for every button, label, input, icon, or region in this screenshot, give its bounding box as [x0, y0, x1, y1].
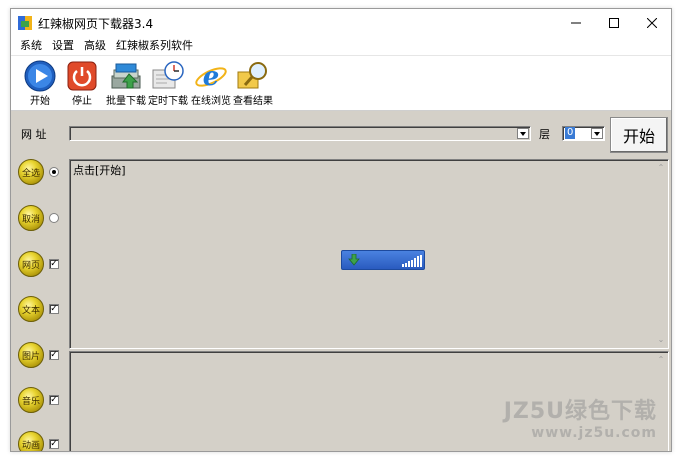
option-select-all[interactable]: 全选: [18, 159, 59, 185]
option-text-label[interactable]: 文本: [18, 296, 44, 322]
text-checkbox[interactable]: ✓: [49, 304, 59, 314]
music-checkbox[interactable]: ✓: [49, 395, 59, 405]
menu-advanced[interactable]: 高级: [79, 37, 111, 55]
image-checkbox[interactable]: ✓: [49, 350, 59, 360]
select-all-radio[interactable]: [49, 167, 59, 177]
animation-checkbox[interactable]: ✓: [49, 439, 59, 449]
url-input[interactable]: [69, 126, 531, 141]
option-cancel-label[interactable]: 取消: [18, 205, 44, 231]
toolbar-label: 查看结果: [233, 96, 273, 107]
toolbar-scheduled-download-button[interactable]: 定时下载: [148, 59, 188, 108]
download-progress-indicator: [341, 250, 425, 270]
watermark-title: JZ5U绿色下载: [503, 399, 657, 424]
menu-series-software[interactable]: 红辣椒系列软件: [111, 37, 198, 55]
svg-text:e: e: [203, 62, 220, 92]
option-animation-label[interactable]: 动画: [18, 431, 44, 451]
chevron-down-icon[interactable]: [517, 128, 529, 139]
layer-value: 0: [565, 127, 576, 139]
window-controls: [557, 9, 671, 37]
toolbar-label: 批量下载: [106, 96, 146, 107]
toolbar-browse-online-button[interactable]: e 在线浏览: [191, 59, 231, 108]
option-text[interactable]: 文本 ✓: [18, 296, 59, 322]
toolbar-label: 在线浏览: [191, 96, 231, 107]
magnifier-icon: [237, 62, 267, 89]
option-select-all-label[interactable]: 全选: [18, 159, 44, 185]
toolbar-stop-button[interactable]: 停止: [65, 59, 99, 108]
cancel-radio[interactable]: [49, 213, 59, 223]
close-button[interactable]: [633, 9, 671, 37]
toolbar-label: 停止: [72, 96, 92, 107]
layer-select[interactable]: 0: [562, 126, 605, 141]
internet-explorer-icon: e: [195, 62, 227, 92]
power-stop-icon: [67, 61, 97, 91]
watermark: JZ5U绿色下载 www.jz5u.com: [504, 393, 657, 441]
maximize-button[interactable]: [595, 9, 633, 37]
chevron-down-icon[interactable]: [591, 128, 603, 139]
option-music-label[interactable]: 音乐: [18, 387, 44, 413]
toolbar-start-button[interactable]: 开始: [23, 59, 57, 108]
title-bar: 红辣椒网页下载器3.4: [11, 9, 671, 37]
scheduled-download-icon: [152, 61, 184, 89]
minimize-icon: [571, 22, 581, 24]
option-music[interactable]: 音乐 ✓: [18, 387, 59, 413]
scroll-down-icon[interactable]: ⌄: [657, 336, 665, 344]
window-title: 红辣椒网页下载器3.4: [38, 16, 154, 31]
start-hint: 点击[开始]: [73, 164, 126, 177]
scroll-up-icon[interactable]: ⌃: [657, 356, 665, 364]
play-icon: [24, 60, 56, 92]
close-icon: [647, 18, 657, 28]
option-webpage[interactable]: 网页 ✓: [18, 251, 59, 277]
scroll-up-icon[interactable]: ⌃: [657, 164, 665, 172]
option-image[interactable]: 图片 ✓: [18, 342, 59, 368]
download-arrow-icon: [348, 254, 360, 266]
watermark-url: www.jz5u.com: [531, 425, 657, 441]
option-animation[interactable]: 动画 ✓: [18, 431, 59, 451]
toolbar-view-results-button[interactable]: 查看结果: [233, 59, 273, 108]
menu-system[interactable]: 系统: [15, 37, 47, 55]
option-image-label[interactable]: 图片: [18, 342, 44, 368]
url-label: 网 址: [21, 128, 47, 141]
main-panel: 网 址 层 0 开始 全选 取消 网页 ✓ 文本 ✓ 图片 ✓ 音乐 ✓ 动画 …: [11, 111, 671, 451]
signal-bars-icon: [402, 255, 422, 267]
radio-dot: [52, 170, 56, 174]
app-window: 红辣椒网页下载器3.4 系统 设置 高级 红辣椒系列软件 开始 停止 批量下载 …: [10, 8, 672, 452]
layer-label: 层: [539, 128, 550, 141]
minimize-button[interactable]: [557, 9, 595, 37]
webpage-checkbox[interactable]: ✓: [49, 259, 59, 269]
menu-bar: 系统 设置 高级 红辣椒系列软件: [11, 37, 671, 55]
start-button[interactable]: 开始: [610, 117, 668, 153]
menu-settings[interactable]: 设置: [47, 37, 79, 55]
toolbar-label: 定时下载: [148, 96, 188, 107]
toolbar-batch-download-button[interactable]: 批量下载: [106, 59, 146, 108]
app-logo-icon: [18, 16, 32, 30]
option-webpage-label[interactable]: 网页: [18, 251, 44, 277]
maximize-icon: [609, 18, 619, 28]
toolbar: 开始 停止 批量下载 定时下载 e 在线浏览 查看结果: [11, 55, 671, 111]
batch-download-icon: [111, 63, 141, 89]
toolbar-label: 开始: [30, 96, 50, 107]
option-cancel[interactable]: 取消: [18, 205, 59, 231]
